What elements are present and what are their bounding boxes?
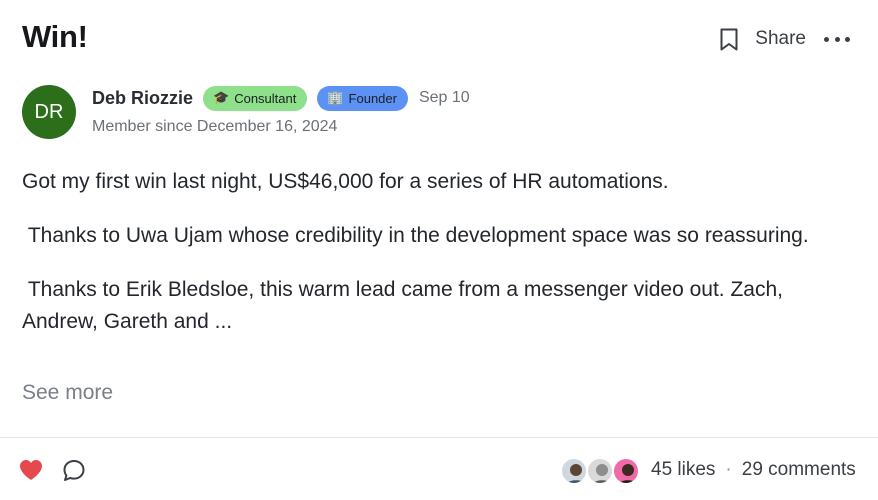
post-footer: 45 likes · 29 comments — [0, 438, 878, 500]
consultant-badge: 🎓 Consultant — [203, 85, 308, 111]
see-more-link[interactable]: See more — [22, 381, 113, 405]
liker-avatar — [586, 457, 614, 485]
comment-icon[interactable] — [61, 458, 87, 484]
liker-avatars[interactable] — [560, 457, 640, 485]
author-name[interactable]: Deb Riozzie — [92, 88, 193, 109]
post-header: Win! Share — [0, 0, 878, 80]
liker-avatar — [560, 457, 588, 485]
avatar[interactable]: DR — [22, 85, 76, 139]
badge-label: Consultant — [234, 90, 297, 106]
heart-icon[interactable] — [18, 458, 44, 482]
post-paragraph: Thanks to Uwa Ujam whose credibility in … — [22, 224, 809, 247]
separator-dot: · — [725, 459, 732, 480]
post-paragraph: Thanks to Erik Bledsloe, this warm lead … — [22, 278, 783, 333]
member-since: Member since December 16, 2024 — [92, 118, 338, 135]
share-button[interactable]: Share — [755, 28, 806, 50]
post-body: Got my first win last night, US$46,000 f… — [22, 166, 862, 360]
badge-label: Founder — [348, 90, 397, 106]
more-options-icon[interactable] — [824, 24, 850, 54]
bookmark-icon[interactable] — [717, 24, 741, 54]
founder-badge: 🏢 Founder — [317, 85, 408, 111]
likes-count[interactable]: 45 likes — [651, 459, 715, 481]
graduation-cap-icon: 🎓 — [213, 90, 230, 105]
liker-avatar — [612, 457, 640, 485]
engagement-stats: 45 likes · 29 comments — [651, 459, 856, 481]
comments-count[interactable]: 29 comments — [742, 459, 856, 481]
author-block: DR Deb Riozzie 🎓 Consultant 🏢 Founder Se… — [22, 85, 842, 139]
post-date: Sep 10 — [418, 89, 470, 106]
post-paragraph: Got my first win last night, US$46,000 f… — [22, 170, 669, 193]
office-building-icon: 🏢 — [327, 90, 344, 105]
post-title: Win! — [22, 19, 88, 54]
author-name-row: Deb Riozzie 🎓 Consultant 🏢 Founder Sep 1… — [92, 85, 470, 111]
post-actions: Share — [717, 24, 850, 54]
